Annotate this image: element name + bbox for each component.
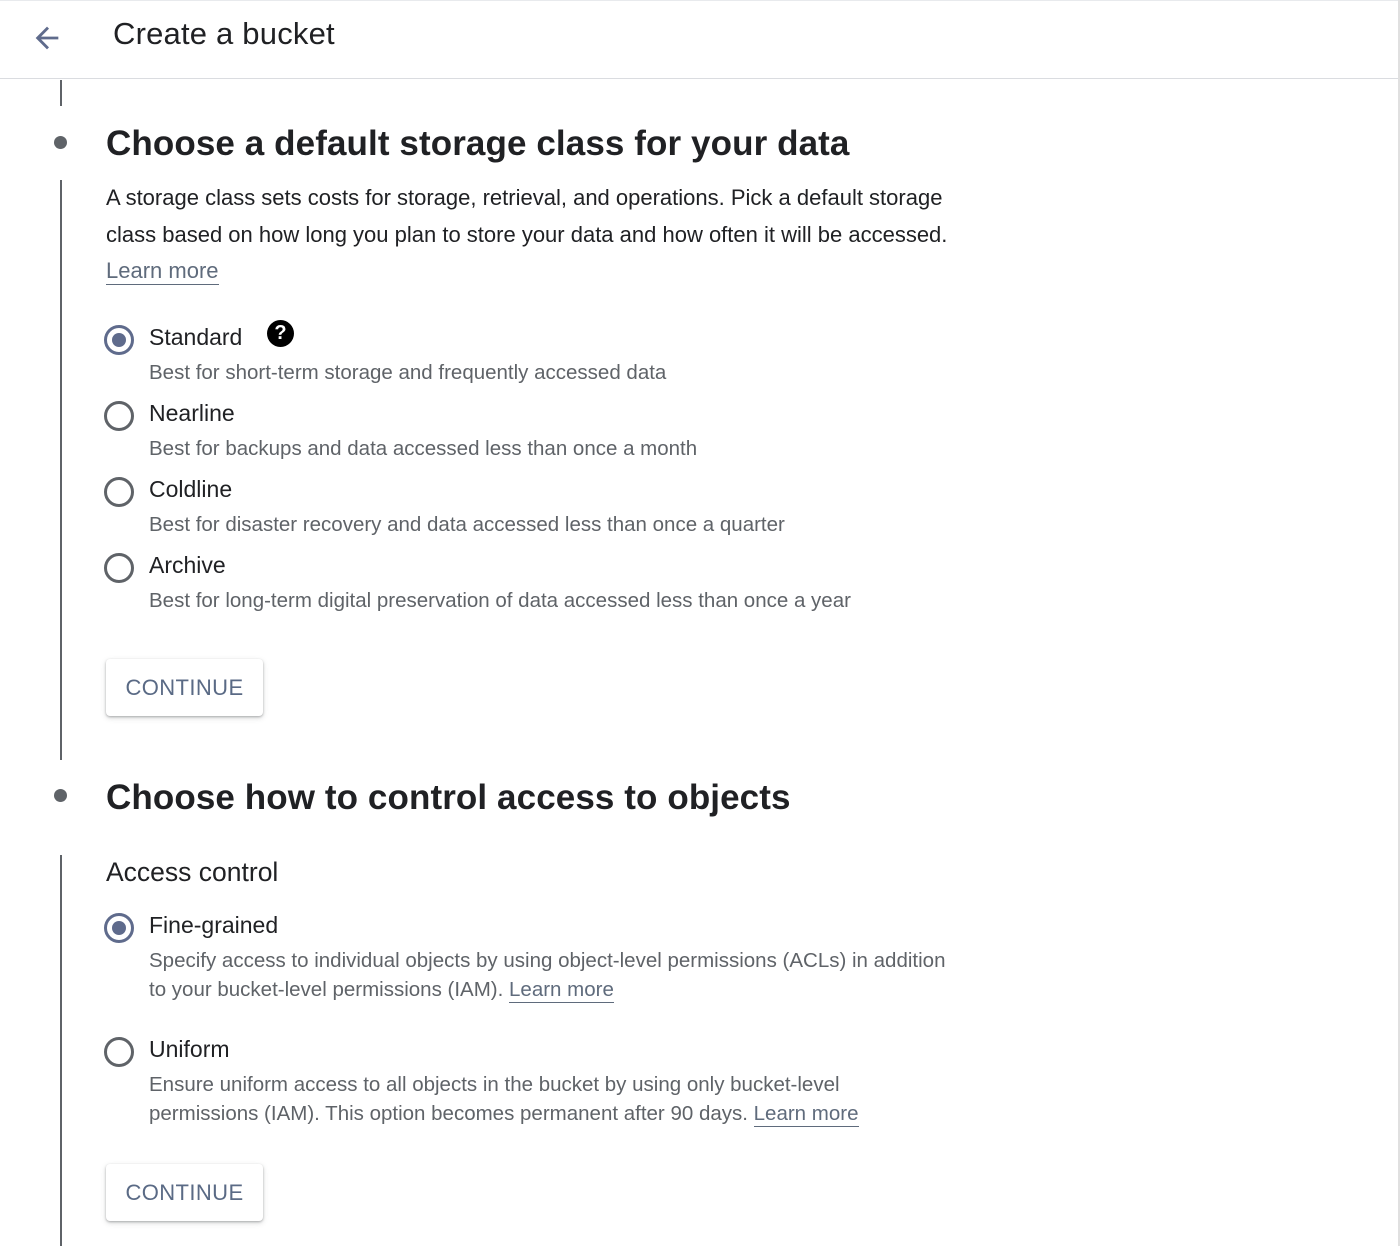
access-section-title: Choose how to control access to objects	[106, 778, 791, 817]
access-control-heading: Access control	[106, 857, 279, 887]
radio-desc-coldline: Best for disaster recovery and data acce…	[149, 513, 785, 536]
top-bar: Create a bucket	[0, 0, 1400, 79]
help-circle-icon[interactable]: ?	[267, 320, 294, 347]
storage-continue-button[interactable]: CONTINUE	[106, 659, 263, 716]
stepper-line	[60, 855, 62, 1246]
storage-learn-more-link[interactable]: Learn more	[106, 258, 219, 285]
uniform-learn-more-link[interactable]: Learn more	[753, 1102, 859, 1127]
radio-desc-archive: Best for long-term digital preservation …	[149, 589, 851, 612]
step-dot-access	[54, 789, 67, 802]
radio-uniform[interactable]	[104, 1037, 134, 1067]
access-continue-button[interactable]: CONTINUE	[106, 1164, 263, 1221]
radio-coldline[interactable]	[104, 477, 134, 507]
radio-standard[interactable]	[104, 325, 134, 355]
stepper-line	[60, 80, 62, 106]
back-button[interactable]	[26, 17, 68, 59]
storage-section-title: Choose a default storage class for your …	[106, 124, 850, 163]
radio-desc-nearline: Best for backups and data accessed less …	[149, 437, 698, 460]
radio-label-uniform[interactable]: Uniform	[149, 1036, 230, 1063]
uniform-desc-text: Ensure uniform access to all objects in …	[149, 1073, 840, 1125]
radio-desc-uniform: Ensure uniform access to all objects in …	[149, 1070, 949, 1128]
radio-label-nearline[interactable]: Nearline	[149, 400, 235, 427]
fine-grained-learn-more-link[interactable]: Learn more	[509, 978, 614, 1003]
radio-nearline[interactable]	[104, 401, 134, 431]
radio-label-archive[interactable]: Archive	[149, 552, 226, 579]
radio-fine-grained[interactable]	[104, 913, 134, 943]
radio-label-standard[interactable]: Standard	[149, 324, 242, 351]
step-dot-storage	[54, 136, 67, 149]
radio-archive[interactable]	[104, 553, 134, 583]
storage-description: A storage class sets costs for storage, …	[106, 180, 966, 290]
storage-description-text: A storage class sets costs for storage, …	[106, 185, 948, 247]
radio-desc-standard: Best for short-term storage and frequent…	[149, 361, 667, 384]
stepper-line	[60, 180, 62, 760]
radio-desc-fine-grained: Specify access to individual objects by …	[149, 946, 949, 1004]
radio-label-coldline[interactable]: Coldline	[149, 476, 232, 503]
arrow-left-icon	[35, 26, 59, 50]
radio-label-fine-grained[interactable]: Fine-grained	[149, 912, 278, 939]
page-title: Create a bucket	[113, 16, 335, 51]
